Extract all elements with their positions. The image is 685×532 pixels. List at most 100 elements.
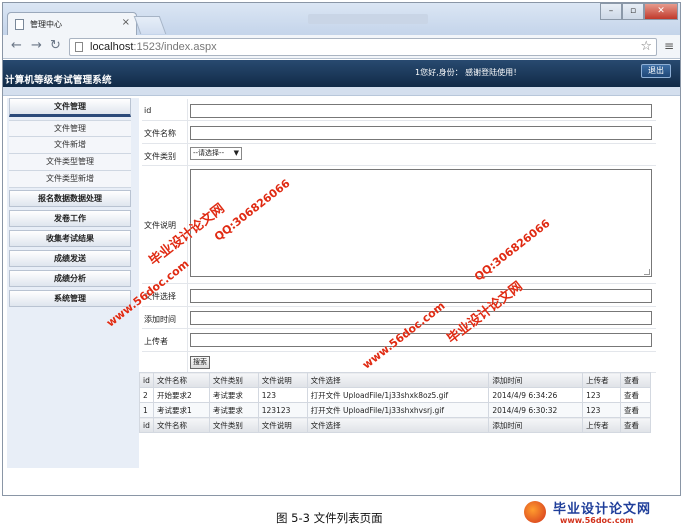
resize-handle-icon[interactable] — [644, 269, 650, 275]
column-header: id — [139, 372, 154, 388]
uploader-label: 上传者 — [144, 337, 168, 346]
menu-icon[interactable]: ≡ — [664, 39, 674, 53]
url-input[interactable]: localhost:1523/index.aspx ☆ — [69, 38, 657, 56]
cell-uploader: 123 — [582, 387, 622, 403]
id-label: id — [144, 106, 152, 115]
cell-description: 123123 — [257, 402, 308, 418]
type-select[interactable]: --请选择-- ▼ — [190, 147, 242, 160]
column-footer: 上传者 — [582, 417, 622, 433]
form-row-id: id — [142, 99, 656, 121]
cell-name: 开始要求2 — [152, 387, 210, 403]
open-file-link[interactable]: 打开文件 UploadFile/1j33shxk8oz5.gif — [306, 387, 490, 403]
tab-title: 管理中心 — [30, 20, 62, 29]
column-header: 文件类别 — [208, 372, 259, 388]
cell-type: 考试要求 — [208, 387, 259, 403]
cell-description: 123 — [257, 387, 308, 403]
blurred-window-title — [308, 14, 428, 24]
cell-id: 1 — [139, 402, 154, 418]
description-textarea[interactable] — [190, 169, 652, 277]
column-footer: 文件选择 — [306, 417, 490, 433]
cell-type: 考试要求 — [208, 402, 259, 418]
sidebar-item-file-management[interactable]: 文件管理 — [9, 120, 131, 137]
back-arrow-icon[interactable]: ← — [11, 39, 22, 53]
header-subbar — [3, 87, 680, 96]
type-label: 文件类别 — [144, 152, 176, 161]
column-footer: 查看 — [620, 417, 651, 433]
cell-time: 2014/4/9 6:34:26 — [488, 387, 584, 403]
sidebar-section-send-scores[interactable]: 成绩发送 — [9, 250, 131, 267]
form-row-search: 搜索 — [142, 352, 656, 373]
address-bar: ← → ↻ localhost:1523/index.aspx ☆ ≡ — [3, 35, 680, 59]
app-header: 计算机等级考试管理系统 1您好,身份： 感谢登陆使用！ 退出 — [3, 60, 680, 87]
sidebar-section-registration[interactable]: 报名数据数据处理 — [9, 190, 131, 207]
cell-name: 考试要求1 — [152, 402, 210, 418]
cell-time: 2014/4/9 6:30:32 — [488, 402, 584, 418]
description-label: 文件说明 — [144, 221, 176, 230]
close-icon[interactable]: ✕ — [644, 3, 678, 20]
new-tab-button[interactable] — [133, 16, 167, 34]
column-footer: 文件类别 — [208, 417, 259, 433]
cell-uploader: 123 — [582, 402, 622, 418]
sidebar-item-file-type-management[interactable]: 文件类型管理 — [9, 154, 131, 171]
logout-button[interactable]: 退出 — [641, 64, 671, 78]
file-list-table: id 文件名称 文件类别 文件说明 文件选择 添加时间 上传者 查看 2 开始要… — [139, 372, 651, 433]
sidebar-section-file-management[interactable]: 文件管理 — [9, 98, 131, 117]
table-row: 1 考试要求1 考试要求 123123 打开文件 UploadFile/1j33… — [139, 402, 651, 418]
view-link[interactable]: 查看 — [620, 402, 651, 418]
form-row-type: 文件类别 --请选择-- ▼ — [142, 144, 656, 166]
welcome-text: 1您好,身份： 感谢登陆使用！ — [415, 68, 522, 77]
figure-caption: 图 5-3 文件列表页面 — [276, 511, 383, 525]
name-label: 文件名称 — [144, 129, 176, 138]
restore-icon[interactable]: ▫ — [622, 3, 644, 20]
page-icon — [75, 42, 83, 52]
url-text: localhost:1523/index.aspx — [90, 41, 217, 53]
sidebar-section-collect-results[interactable]: 收集考试结果 — [9, 230, 131, 247]
window-controls: – ▫ ✕ — [600, 3, 678, 21]
browser-tab[interactable]: 管理中心 × — [7, 12, 137, 36]
column-header: 上传者 — [582, 372, 622, 388]
file-select-input[interactable] — [190, 289, 652, 303]
table-footer-row: id 文件名称 文件类别 文件说明 文件选择 添加时间 上传者 查看 — [139, 417, 651, 433]
search-button[interactable]: 搜索 — [190, 356, 210, 369]
column-footer: 文件说明 — [257, 417, 308, 433]
browser-titlebar: 管理中心 × – ▫ ✕ — [3, 3, 680, 36]
column-footer: 文件名称 — [152, 417, 210, 433]
table-header-row: id 文件名称 文件类别 文件说明 文件选择 添加时间 上传者 查看 — [139, 372, 651, 388]
tab-close-icon[interactable]: × — [122, 17, 130, 28]
open-file-link[interactable]: 打开文件 UploadFile/1j33shxhvsrj.gif — [306, 402, 490, 418]
page-icon — [15, 19, 24, 30]
bookmark-star-icon[interactable]: ☆ — [640, 39, 652, 54]
reload-icon[interactable]: ↻ — [50, 39, 61, 53]
column-footer: 添加时间 — [488, 417, 584, 433]
sidebar-section-distribute-papers[interactable]: 发卷工作 — [9, 210, 131, 227]
sidebar-section-score-analysis[interactable]: 成绩分析 — [9, 270, 131, 287]
chevron-down-icon: ▼ — [233, 149, 239, 157]
form-row-description: 文件说明 — [142, 166, 656, 284]
sidebar-item-file-type-add[interactable]: 文件类型新增 — [9, 171, 131, 188]
view-link[interactable]: 查看 — [620, 387, 651, 403]
sidebar: 文件管理 文件管理 文件新增 文件类型管理 文件类型新增 报名数据数据处理 发卷… — [7, 98, 139, 468]
form-row-name: 文件名称 — [142, 121, 656, 144]
form-row-time: 添加时间 — [142, 307, 656, 329]
column-header: 文件选择 — [306, 372, 490, 388]
column-header: 查看 — [620, 372, 651, 388]
table-row: 2 开始要求2 考试要求 123 打开文件 UploadFile/1j33shx… — [139, 387, 651, 403]
column-header: 文件说明 — [257, 372, 308, 388]
id-input[interactable] — [190, 104, 652, 118]
site-logo-url: www.56doc.com — [560, 516, 634, 525]
minimize-icon[interactable]: – — [600, 3, 622, 20]
cell-id: 2 — [139, 387, 154, 403]
sidebar-item-file-add[interactable]: 文件新增 — [9, 137, 131, 154]
uploader-input[interactable] — [190, 333, 652, 347]
column-footer: id — [139, 417, 154, 433]
system-title: 计算机等级考试管理系统 — [5, 75, 112, 86]
forward-arrow-icon[interactable]: → — [31, 39, 42, 53]
column-header: 添加时间 — [488, 372, 584, 388]
sidebar-section-system-management[interactable]: 系统管理 — [9, 290, 131, 307]
form-row-file-select: 文件选择 — [142, 284, 656, 307]
name-input[interactable] — [190, 126, 652, 140]
site-logo-icon — [524, 501, 546, 523]
site-logo-name: 毕业设计论文网 — [553, 502, 652, 517]
column-header: 文件名称 — [152, 372, 210, 388]
time-label: 添加时间 — [144, 315, 176, 324]
